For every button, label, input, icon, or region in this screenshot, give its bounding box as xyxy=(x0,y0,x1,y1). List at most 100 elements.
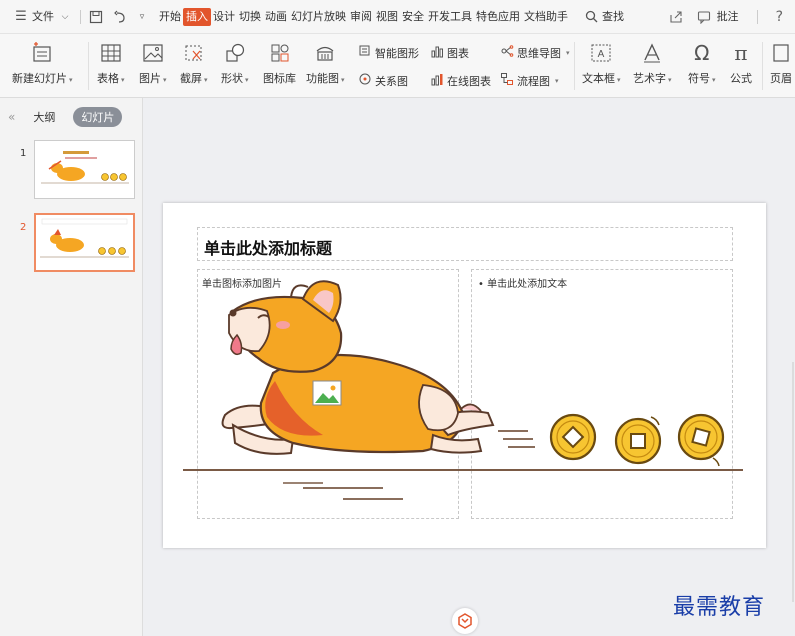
slide-thumbnail-2[interactable] xyxy=(34,213,135,272)
function-chart-label: 功能图 xyxy=(306,72,339,85)
tab-slideshow[interactable]: 幻灯片放映 xyxy=(289,8,348,26)
file-menu[interactable]: 文件 xyxy=(30,8,56,26)
header-footer-button[interactable]: 页眉 xyxy=(770,40,792,86)
watermark-text: 最需教育 xyxy=(673,595,766,620)
tab-transition[interactable]: 切换 xyxy=(237,8,263,26)
smart-art-button[interactable]: 智能图形 xyxy=(358,44,419,61)
comment-button[interactable]: 批注 xyxy=(695,8,741,26)
flowchart-button[interactable]: 流程图 ▾ xyxy=(500,72,559,89)
table-label: 表格 xyxy=(97,72,119,85)
relation-button[interactable]: 关系图 xyxy=(358,72,408,89)
online-chart-label: 在线图表 xyxy=(447,74,491,88)
dropdown-caret-icon: ▾ xyxy=(668,76,672,84)
textbox-button[interactable]: A 文本框 ▾ xyxy=(582,40,621,86)
gold-coin-icon xyxy=(614,416,662,465)
symbol-button[interactable]: Ω 符号 ▾ xyxy=(688,40,716,86)
comment-label: 批注 xyxy=(716,10,739,23)
word-art-button[interactable]: 艺术字 ▾ xyxy=(633,40,672,86)
screenshot-button[interactable]: 截屏 ▾ xyxy=(180,40,208,86)
tab-slides[interactable]: 幻灯片 xyxy=(73,107,123,127)
function-chart-button[interactable]: 功能图 ▾ xyxy=(306,40,345,86)
chart-button[interactable]: 图表 xyxy=(430,44,469,61)
slide-navigator-panel: « 大纲 幻灯片 1 2 xyxy=(0,98,143,636)
textbox-label: 文本框 xyxy=(582,72,615,85)
current-slide[interactable]: 单击此处添加标题 单击图标添加图片 • 单击此处添加文本 xyxy=(163,203,766,548)
tab-insert[interactable]: 插入 xyxy=(183,7,211,26)
icon-library-icon xyxy=(269,40,291,66)
more-chevron-icon[interactable]: ▿ xyxy=(133,8,151,26)
comment-icon xyxy=(695,8,713,26)
word-art-label: 艺术字 xyxy=(633,72,666,85)
tab-review[interactable]: 审阅 xyxy=(348,8,374,26)
undo-icon[interactable] xyxy=(111,8,129,26)
shape-icon xyxy=(224,40,246,66)
icon-library-button[interactable]: 图标库 xyxy=(263,40,296,86)
panel-tabs: « 大纲 幻灯片 xyxy=(0,98,142,136)
ribbon-toolbar: 新建幻灯片 ▾ 表格 ▾ 图片 ▾ 截屏 ▾ 形状 ▾ 图标库 功能图 ▾ 智能… xyxy=(0,34,795,98)
dropdown-caret-icon: ▾ xyxy=(121,76,125,84)
search-icon[interactable] xyxy=(582,8,600,26)
chart-label: 图表 xyxy=(447,46,469,60)
divider xyxy=(88,42,89,90)
tab-doc-assistant[interactable]: 文档助手 xyxy=(522,8,570,26)
new-slide-button[interactable]: 新建幻灯片 ▾ xyxy=(12,40,73,86)
table-button[interactable]: 表格 ▾ xyxy=(97,40,125,86)
svg-text:A: A xyxy=(598,49,605,60)
menu-right-group: 批注 ? xyxy=(667,0,785,34)
mind-map-button[interactable]: 思维导图 ▾ xyxy=(500,44,570,61)
divider xyxy=(756,10,758,24)
slide-thumbnail-1[interactable] xyxy=(34,140,135,199)
picture-button[interactable]: 图片 ▾ xyxy=(139,40,167,86)
shape-label: 形状 xyxy=(221,72,243,85)
table-icon xyxy=(100,40,122,66)
hamburger-icon[interactable]: ☰ xyxy=(12,8,30,26)
icon-library-label: 图标库 xyxy=(263,72,296,85)
file-menu-group: ☰ 文件 ⌵ ▿ xyxy=(12,8,151,26)
dropdown-caret-icon: ▾ xyxy=(617,76,621,84)
function-chart-icon xyxy=(314,40,336,66)
symbol-label: 符号 xyxy=(688,72,710,85)
divider xyxy=(574,42,575,90)
formula-label: 公式 xyxy=(730,72,752,85)
help-button[interactable]: ? xyxy=(774,8,785,26)
tab-developer[interactable]: 开发工具 xyxy=(426,8,474,26)
menu-bar: ☰ 文件 ⌵ ▿ 开始 插入 设计 切换 动画 幻灯片放映 审阅 视图 安全 开… xyxy=(0,0,795,34)
tab-features[interactable]: 特色应用 xyxy=(474,8,522,26)
tab-animation[interactable]: 动画 xyxy=(263,8,289,26)
header-footer-label: 页眉 xyxy=(770,72,792,85)
dropdown-caret-icon: ▾ xyxy=(69,76,73,84)
tab-security[interactable]: 安全 xyxy=(400,8,426,26)
tab-outline[interactable]: 大纲 xyxy=(25,107,63,127)
gold-coin-icon xyxy=(677,413,725,467)
vertical-scrollbar[interactable] xyxy=(785,362,795,602)
smart-art-icon xyxy=(358,44,372,61)
tab-view[interactable]: 视图 xyxy=(374,8,400,26)
dropdown-caret-icon: ▾ xyxy=(712,76,716,84)
formula-button[interactable]: π 公式 xyxy=(730,40,752,86)
dropdown-caret-icon: ▾ xyxy=(245,76,249,84)
mind-map-icon xyxy=(500,44,514,61)
picture-icon xyxy=(142,40,164,66)
divider xyxy=(762,42,763,90)
tab-start[interactable]: 开始 xyxy=(157,8,183,26)
online-chart-button[interactable]: 在线图表 xyxy=(430,72,491,89)
shape-button[interactable]: 形状 ▾ xyxy=(221,40,249,86)
floating-assistant-button[interactable] xyxy=(452,608,478,634)
tab-design[interactable]: 设计 xyxy=(211,8,237,26)
menu-tabs: 开始 插入 设计 切换 动画 幻灯片放映 审阅 视图 安全 开发工具 特色应用 … xyxy=(157,7,626,26)
dropdown-caret-icon: ▾ xyxy=(555,76,559,85)
picture-label: 图片 xyxy=(139,72,161,85)
relation-icon xyxy=(358,72,372,89)
new-slide-icon xyxy=(29,40,55,66)
share-icon[interactable] xyxy=(667,8,685,26)
textbox-icon: A xyxy=(590,40,612,66)
dropdown-caret-icon: ▾ xyxy=(204,76,208,84)
chevron-down-icon[interactable]: ⌵ xyxy=(56,8,74,26)
header-footer-icon xyxy=(771,40,791,66)
search-label[interactable]: 查找 xyxy=(600,8,626,26)
divider xyxy=(80,9,81,24)
gold-coin-icon xyxy=(549,413,597,461)
collapse-panel-icon[interactable]: « xyxy=(8,110,15,124)
corgi-illustration xyxy=(183,280,743,500)
save-icon[interactable] xyxy=(87,8,105,26)
